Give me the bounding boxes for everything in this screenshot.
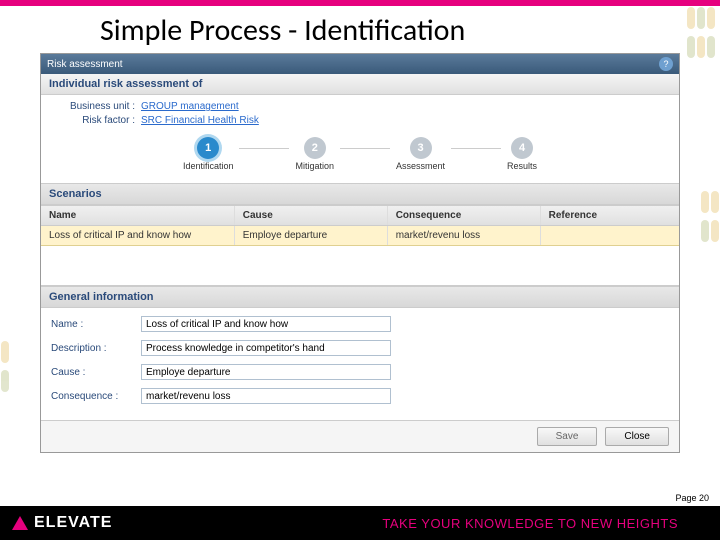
td-reference <box>541 226 679 245</box>
business-unit-label: Business unit : <box>51 101 141 112</box>
step-indicator: 1 Identification 2 Mitigation 3 Assessme… <box>51 129 669 173</box>
slide-title: Simple Process - Identification <box>0 6 720 53</box>
step-label: Mitigation <box>295 161 334 171</box>
elevate-logo: ELEVATE <box>12 514 112 532</box>
decorative-dots <box>700 190 720 248</box>
close-button[interactable]: Close <box>605 427 669 446</box>
logo-triangle-icon <box>12 516 28 530</box>
titlebar: Risk assessment ? <box>41 54 679 74</box>
th-reference[interactable]: Reference <box>541 206 679 225</box>
step-number: 1 <box>197 137 219 159</box>
table-header-row: Name Cause Consequence Reference <box>41 205 679 226</box>
cause-label: Cause : <box>51 367 141 378</box>
info-block: Business unit : GROUP management Risk fa… <box>41 95 679 183</box>
logo-text: ELEVATE <box>34 514 112 532</box>
scenarios-table: Name Cause Consequence Reference Loss of… <box>41 205 679 286</box>
step-label: Assessment <box>396 161 445 171</box>
app-window: Risk assessment ? Individual risk assess… <box>40 53 680 453</box>
step-number: 3 <box>410 137 432 159</box>
scenarios-section-header: Scenarios <box>41 183 679 205</box>
help-icon[interactable]: ? <box>659 57 673 71</box>
step-label: Identification <box>183 161 234 171</box>
risk-factor-label: Risk factor : <box>51 115 141 126</box>
tagline: TAKE YOUR KNOWLEDGE TO NEW HEIGHTS <box>382 516 678 531</box>
name-field[interactable] <box>141 316 391 332</box>
td-consequence: market/revenu loss <box>388 226 541 245</box>
general-form: Name : Description : Cause : Consequence… <box>41 308 679 420</box>
th-cause[interactable]: Cause <box>235 206 388 225</box>
td-cause: Employe departure <box>235 226 388 245</box>
consequence-label: Consequence : <box>51 391 141 402</box>
general-section-header: General information <box>41 286 679 308</box>
consequence-field[interactable] <box>141 388 391 404</box>
step-assessment[interactable]: 3 Assessment <box>396 137 445 171</box>
step-number: 2 <box>304 137 326 159</box>
step-connector <box>340 148 390 149</box>
step-results[interactable]: 4 Results <box>507 137 537 171</box>
save-button[interactable]: Save <box>537 427 598 446</box>
cause-field[interactable] <box>141 364 391 380</box>
table-row[interactable]: Loss of critical IP and know how Employe… <box>41 226 679 246</box>
button-row: Save Close <box>41 420 679 452</box>
risk-factor-link[interactable]: SRC Financial Health Risk <box>141 115 259 126</box>
name-label: Name : <box>51 319 141 330</box>
subheader: Individual risk assessment of <box>41 74 679 95</box>
step-mitigation[interactable]: 2 Mitigation <box>295 137 334 171</box>
step-connector <box>239 148 289 149</box>
description-field[interactable] <box>141 340 391 356</box>
table-empty-area <box>41 246 679 286</box>
th-consequence[interactable]: Consequence <box>388 206 541 225</box>
step-identification[interactable]: 1 Identification <box>183 137 234 171</box>
description-label: Description : <box>51 343 141 354</box>
business-unit-link[interactable]: GROUP management <box>141 101 239 112</box>
step-label: Results <box>507 161 537 171</box>
step-connector <box>451 148 501 149</box>
titlebar-text: Risk assessment <box>47 59 123 70</box>
td-name: Loss of critical IP and know how <box>41 226 235 245</box>
slide-footer: ELEVATE TAKE YOUR KNOWLEDGE TO NEW HEIGH… <box>0 506 720 540</box>
step-number: 4 <box>511 137 533 159</box>
page-number: Page 20 <box>672 492 712 504</box>
decorative-dots <box>0 340 10 398</box>
th-name[interactable]: Name <box>41 206 235 225</box>
